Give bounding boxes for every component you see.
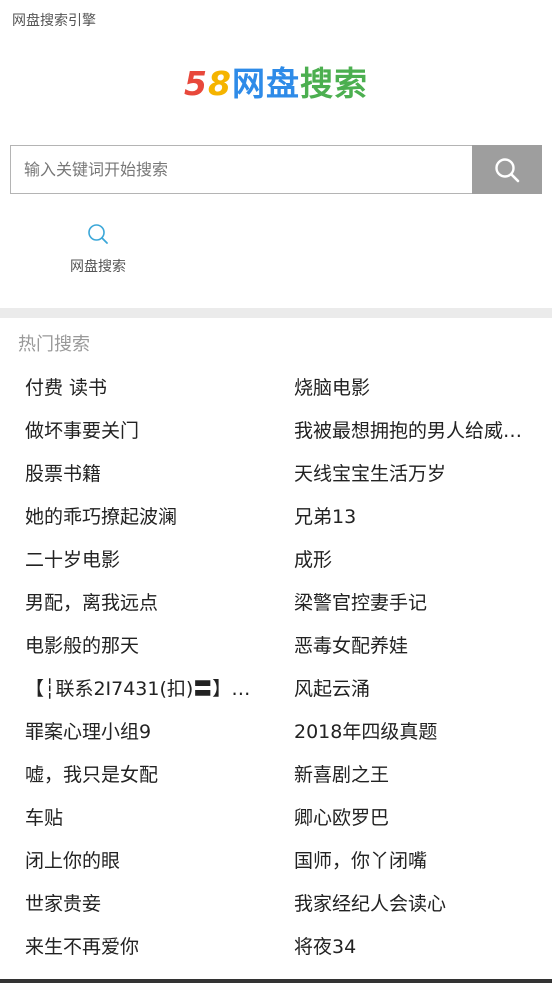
search-button[interactable]: [472, 145, 542, 194]
hot-search-item[interactable]: 嘘，我只是女配: [25, 754, 253, 797]
hot-search-item[interactable]: 恶毒女配养娃: [294, 625, 526, 668]
logo-text-wangpan: 网盘: [231, 64, 300, 103]
hot-search-item[interactable]: 成形: [294, 539, 526, 582]
hot-search-item[interactable]: 天线宝宝生活万岁: [294, 453, 526, 496]
hot-search-item[interactable]: 二十岁电影: [25, 539, 253, 582]
search-bar: [10, 145, 542, 194]
hot-search-item[interactable]: 风起云涌: [294, 668, 526, 711]
hot-search-item[interactable]: 新喜剧之王: [294, 754, 526, 797]
hot-search-item[interactable]: 付费 读书: [25, 367, 253, 410]
hot-search-item[interactable]: 【┆联系2I7431(扣)〓】旅游: [25, 668, 253, 711]
hot-search-item[interactable]: 将夜34: [294, 926, 526, 969]
page: 网盘搜索引擎 58网盘搜索 网盘搜索 热门搜索 付费 读书 烧脑电影 做坏事要关…: [0, 0, 552, 983]
section-divider: [0, 308, 552, 318]
search-icon: [88, 224, 108, 244]
hot-search-item[interactable]: 我被最想拥抱的男人给威胁了: [294, 410, 526, 453]
hot-search-item[interactable]: 来生不再爱你: [25, 926, 253, 969]
hot-search-item[interactable]: 电影般的那天: [25, 625, 253, 668]
logo[interactable]: 58网盘搜索: [0, 62, 552, 106]
hot-search-item[interactable]: 国师，你丫闭嘴: [294, 840, 526, 883]
category-wangpan-search[interactable]: 网盘搜索: [58, 222, 138, 276]
bottom-edge-bar: [0, 979, 552, 983]
hot-search-item[interactable]: 罪案心理小组9: [25, 711, 253, 754]
hot-search-title: 热门搜索: [18, 334, 90, 355]
hot-search-item[interactable]: 梁警官控妻手记: [294, 582, 526, 625]
hot-search-item[interactable]: 男配，离我远点: [25, 582, 253, 625]
logo-text-sousuo: 搜索: [299, 64, 368, 103]
search-icon: [495, 157, 520, 182]
site-label: 网盘搜索引擎: [12, 13, 96, 29]
hot-search-item[interactable]: 闭上你的眼: [25, 840, 253, 883]
hot-search-item[interactable]: 2018年四级真题: [294, 711, 526, 754]
search-input[interactable]: [10, 145, 472, 194]
hot-search-item[interactable]: 她的乖巧撩起波澜: [25, 496, 253, 539]
logo-digit-5: 5: [184, 64, 208, 103]
category-label: 网盘搜索: [70, 259, 126, 275]
hot-search-item[interactable]: 股票书籍: [25, 453, 253, 496]
hot-search-item[interactable]: 做坏事要关门: [25, 410, 253, 453]
hot-search-item[interactable]: 世家贵妾: [25, 883, 253, 926]
hot-search-item[interactable]: 卿心欧罗巴: [294, 797, 526, 840]
hot-search-item[interactable]: 车贴: [25, 797, 253, 840]
hot-search-item[interactable]: 兄弟13: [294, 496, 526, 539]
logo-digit-8: 8: [208, 64, 232, 103]
hot-search-item[interactable]: 烧脑电影: [294, 367, 526, 410]
hot-search-item[interactable]: 我家经纪人会读心: [294, 883, 526, 926]
